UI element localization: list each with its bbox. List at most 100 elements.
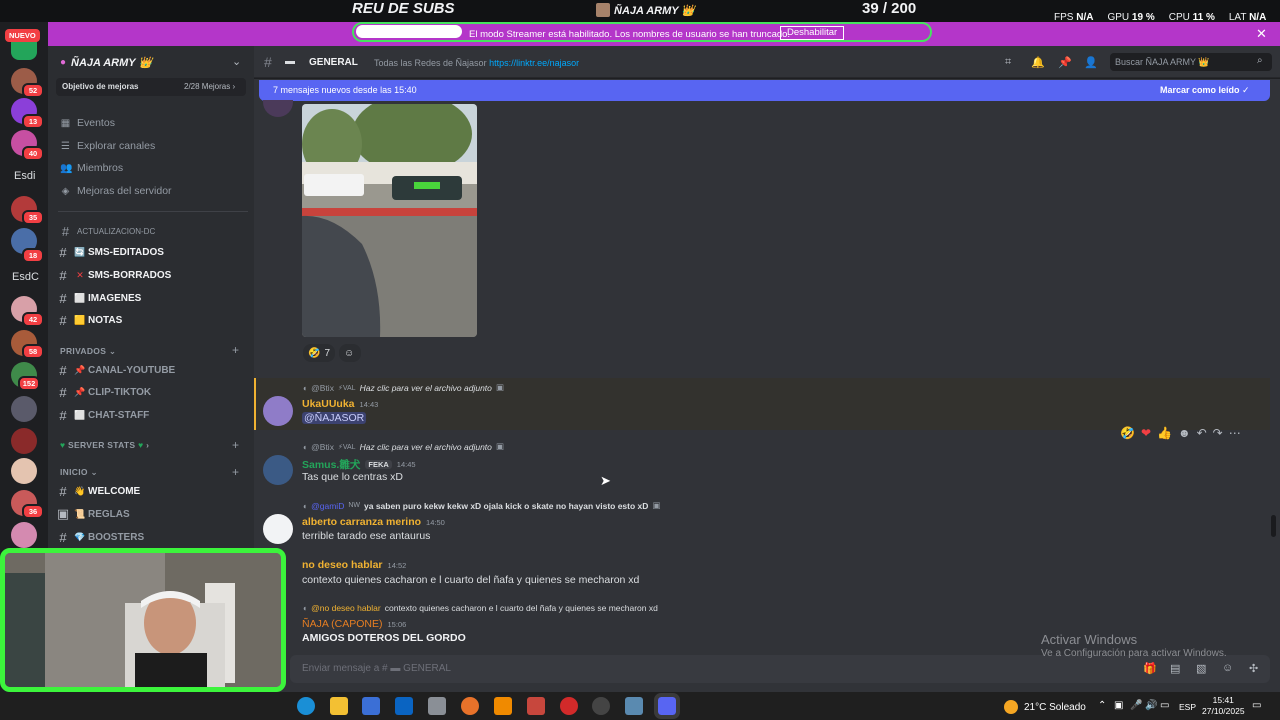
channel-notas[interactable]: # 🟨 NOTAS xyxy=(48,310,248,330)
sidebar-item-members[interactable]: 👥 Miembros xyxy=(60,162,123,174)
app-icon[interactable] xyxy=(625,697,643,715)
file-explorer-icon[interactable] xyxy=(330,697,348,715)
emoji-icon[interactable]: ☺ xyxy=(1222,662,1233,674)
channel-canal-youtube[interactable]: # 📌 CANAL-YOUTUBE xyxy=(48,360,248,380)
speaker-icon[interactable]: 🔊 xyxy=(1145,700,1157,711)
avatar[interactable] xyxy=(263,514,293,544)
channel-sms-editados[interactable]: # 🔄 SMS-EDITADOS xyxy=(48,242,248,262)
firefox-icon[interactable] xyxy=(461,697,479,715)
topic-link[interactable]: https://linktr.ee/najasor xyxy=(489,58,579,68)
category-privados[interactable]: PRIVADOS ⌄ xyxy=(60,346,116,357)
forward-icon[interactable]: ↷ xyxy=(1213,426,1223,440)
heart-reaction-icon[interactable]: ❤ xyxy=(1141,426,1151,440)
smile-icon: ☺ xyxy=(344,347,355,359)
outlook-icon[interactable] xyxy=(395,697,413,715)
message-author[interactable]: alberto carranza merino 14:50 xyxy=(302,516,445,528)
gif-icon[interactable]: ▤ xyxy=(1170,662,1180,675)
add-reaction-button[interactable]: ☺ xyxy=(339,344,361,362)
app-icon[interactable] xyxy=(527,697,545,715)
gift-icon[interactable]: 🎁 xyxy=(1143,662,1157,675)
channel-boosters[interactable]: # 💎 BOOSTERS xyxy=(48,527,248,547)
sidebar-item-boosts[interactable]: ◈ Mejoras del servidor xyxy=(60,185,172,197)
app-tray-icon[interactable]: ▣ xyxy=(1114,700,1123,711)
more-icon[interactable]: ⋯ xyxy=(1229,426,1241,440)
server-icon[interactable] xyxy=(11,522,37,548)
disable-streamer-button[interactable]: Deshabilitar xyxy=(780,26,845,40)
reply-reference[interactable]: ◖ @gamiD NW ya saben puro kekw kekw xD ojal… xyxy=(302,500,660,511)
microphone-icon[interactable]: 🎤 xyxy=(1130,700,1142,711)
hash-icon: # xyxy=(59,407,67,423)
server-text-icon[interactable]: Esdi xyxy=(14,170,35,182)
heart-icon: ♥ xyxy=(60,440,66,450)
calendar-icon: ▦ xyxy=(60,117,71,129)
channel-chat-staff[interactable]: # ⬜ CHAT-STAFF xyxy=(48,405,248,425)
add-channel-icon[interactable]: + xyxy=(232,438,239,452)
server-icon[interactable] xyxy=(11,396,37,422)
message-author[interactable]: no deseo hablar 14:52 xyxy=(302,559,406,571)
image-icon: ▣ xyxy=(495,382,504,392)
channel-welcome[interactable]: # 👋 WELCOME xyxy=(48,481,248,501)
message-text: terrible tarado ese antaurus xyxy=(302,530,431,542)
channel-reglas[interactable]: ▣ 📜 REGLAS xyxy=(48,504,248,524)
channel-clip-tiktok[interactable]: # 📌 CLIP-TIKTOK xyxy=(48,382,248,402)
message-author[interactable]: UkaUUuka 14:43 xyxy=(302,398,378,410)
hash-icon: # xyxy=(59,244,67,260)
server-icon[interactable] xyxy=(11,428,37,454)
sidebar-item-events[interactable]: ▦ Eventos xyxy=(60,117,115,129)
sticker-icon[interactable]: ▧ xyxy=(1196,662,1206,675)
message-author[interactable]: Samus.雛犬 FEKA 14:45 xyxy=(302,457,416,472)
add-channel-icon[interactable]: + xyxy=(232,343,239,357)
channel-emoji: 🟨 xyxy=(74,314,86,325)
boost-goal-label: Objetivo de mejoras xyxy=(62,82,139,91)
chevron-down-icon[interactable]: ⌄ xyxy=(232,55,241,68)
members-icon[interactable]: 👤 xyxy=(1084,56,1098,69)
add-reaction-icon[interactable]: ☻ xyxy=(1178,426,1191,440)
search-icon[interactable]: ⌕ xyxy=(1257,55,1263,66)
reply-reference[interactable]: ◖ @Btix ⚡VAL Haz clic para ver el archivo a… xyxy=(302,382,504,393)
pin-icon[interactable]: 📌 xyxy=(1058,56,1072,69)
mark-as-read-button[interactable]: Marcar como leído ✓ xyxy=(1160,85,1250,96)
discord-icon[interactable] xyxy=(654,693,680,719)
store-icon[interactable] xyxy=(362,697,380,715)
notifications-icon[interactable]: ▭ xyxy=(1252,700,1261,711)
threads-icon[interactable]: ⌗ xyxy=(1005,56,1011,69)
activation-watermark-text: Ve a Configuración para activar Windows. xyxy=(1041,648,1227,659)
channel-actualizacion[interactable]: # ACTUALIZACION-DC xyxy=(60,224,155,239)
add-channel-icon[interactable]: + xyxy=(232,465,239,479)
clock[interactable]: 15:41 27/10/2025 xyxy=(1202,695,1245,717)
channel-sms-borrados[interactable]: # ✕ SMS-BORRADOS xyxy=(48,265,248,285)
browse-icon: ☰ xyxy=(61,140,70,152)
message-author[interactable]: ÑAJA (CAPONE) 15:06 xyxy=(302,618,406,630)
image-attachment[interactable] xyxy=(302,104,477,337)
reply-reference[interactable]: ◖ @Btix ⚡VAL Haz clic para ver el archivo a… xyxy=(302,441,504,452)
weather-widget[interactable]: 21°C Soleado xyxy=(1004,700,1086,714)
thumbs-up-icon[interactable]: 👍 xyxy=(1157,426,1172,440)
opera-icon[interactable] xyxy=(560,697,578,715)
vlc-icon[interactable] xyxy=(494,697,512,715)
laugh-reaction-icon[interactable]: 🤣 xyxy=(1120,426,1135,440)
avatar[interactable] xyxy=(263,396,293,426)
edge-icon[interactable] xyxy=(297,697,315,715)
category-server-stats[interactable]: ♥ SERVER STATS ♥ › xyxy=(60,440,149,450)
server-icon[interactable] xyxy=(11,458,37,484)
chevron-up-icon[interactable]: ⌃ xyxy=(1098,700,1106,711)
reply-icon[interactable]: ↶ xyxy=(1197,426,1207,440)
language-indicator[interactable]: ESP xyxy=(1179,702,1196,712)
reaction-laugh[interactable]: 🤣 7 xyxy=(303,344,336,362)
apps-icon[interactable]: ✣ xyxy=(1249,662,1258,675)
channel-imagenes[interactable]: # ⬜ IMAGENES xyxy=(48,288,248,308)
network-icon[interactable]: ▭ xyxy=(1160,700,1169,711)
user-mention[interactable]: @ÑAJASOR xyxy=(302,412,367,424)
app-icon[interactable] xyxy=(428,697,446,715)
close-icon[interactable]: ✕ xyxy=(1256,26,1267,42)
reply-icon: ◖ xyxy=(302,441,308,452)
obs-icon[interactable] xyxy=(592,697,610,715)
sidebar-item-browse[interactable]: ☰ Explorar canales xyxy=(60,140,155,152)
scrollbar[interactable] xyxy=(1271,515,1276,537)
server-text-icon[interactable]: EsdC xyxy=(12,271,39,283)
bell-icon[interactable]: 🔔 xyxy=(1031,56,1045,69)
avatar[interactable] xyxy=(263,455,293,485)
server-name[interactable]: ● ÑAJA ARMY 👑 xyxy=(60,56,152,69)
reply-reference[interactable]: ◖ @no deseo hablar contexto quienes cachar… xyxy=(302,603,658,613)
category-inicio[interactable]: INICIO ⌄ xyxy=(60,467,98,478)
